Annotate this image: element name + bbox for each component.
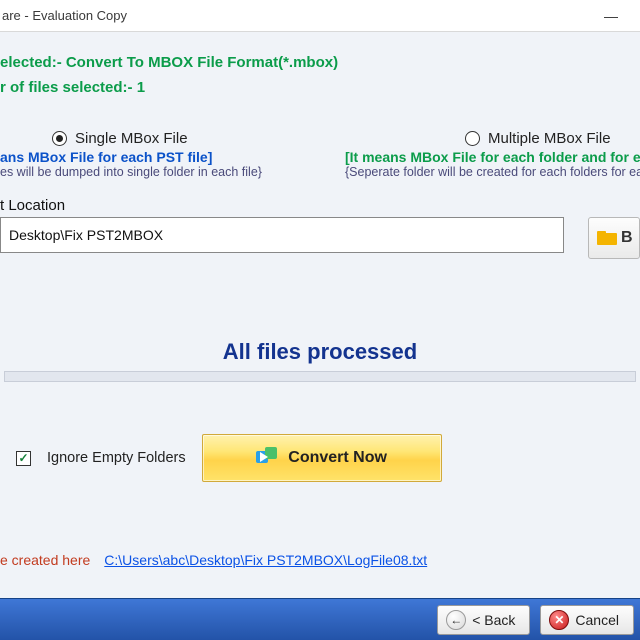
radio-selected-icon <box>52 131 67 146</box>
multiple-mbox-note: {Seperate folder will be created for eac… <box>345 165 640 179</box>
cancel-button[interactable]: ✕ Cancel <box>540 605 634 635</box>
radio-unselected-icon <box>465 131 480 146</box>
output-path-input[interactable] <box>0 217 564 253</box>
log-line: e created here C:\Users\abc\Desktop\Fix … <box>0 552 640 568</box>
window-title: are - Evaluation Copy <box>2 8 588 23</box>
multiple-mbox-option: Multiple MBox File [It means MBox File f… <box>335 130 640 179</box>
single-mbox-radio-row[interactable]: Single MBox File <box>0 130 295 147</box>
convert-now-button[interactable]: Convert Now <box>202 434 442 482</box>
content-area: elected:- Convert To MBOX File Format(*.… <box>0 32 640 568</box>
back-label: < Back <box>472 612 515 628</box>
ignore-empty-checkbox[interactable] <box>16 451 31 466</box>
mbox-option-row: Single MBox File ans MBox File for each … <box>0 130 640 179</box>
wizard-bar: ← < Back ✕ Cancel <box>0 598 640 640</box>
convert-label: Convert Now <box>288 449 387 467</box>
browse-button[interactable]: B <box>588 217 640 259</box>
ignore-empty-label: Ignore Empty Folders <box>47 450 186 466</box>
folder-icon <box>597 231 617 245</box>
single-mbox-label: Single MBox File <box>75 130 188 147</box>
cancel-icon: ✕ <box>549 610 569 630</box>
convert-icon <box>256 447 278 469</box>
single-mbox-subtitle: ans MBox File for each PST file] <box>0 149 295 165</box>
output-row: B <box>0 217 640 259</box>
single-mbox-note: es will be dumped into single folder in … <box>0 165 295 179</box>
back-button[interactable]: ← < Back <box>437 605 530 635</box>
back-arrow-icon: ← <box>446 610 466 630</box>
multiple-mbox-radio-row[interactable]: Multiple MBox File <box>345 130 640 147</box>
browse-label: B <box>621 229 633 247</box>
titlebar: are - Evaluation Copy — <box>0 0 640 32</box>
log-prefix: e created here <box>0 552 90 568</box>
action-row: Ignore Empty Folders Convert Now <box>0 434 640 482</box>
progress-section: All files processed <box>0 339 640 382</box>
selected-format-line: elected:- Convert To MBOX File Format(*.… <box>0 50 640 75</box>
progress-status: All files processed <box>0 339 640 365</box>
selected-count-line: r of files selected:- 1 <box>0 75 640 100</box>
log-file-link[interactable]: C:\Users\abc\Desktop\Fix PST2MBOX\LogFil… <box>104 552 427 568</box>
minimize-button[interactable]: — <box>588 1 634 31</box>
output-location-label: t Location <box>0 197 640 217</box>
cancel-label: Cancel <box>575 612 619 628</box>
multiple-mbox-subtitle: [It means MBox File for each folder and … <box>345 149 640 165</box>
multiple-mbox-label: Multiple MBox File <box>488 130 611 147</box>
single-mbox-option: Single MBox File ans MBox File for each … <box>0 130 295 179</box>
progress-bar <box>4 371 636 382</box>
